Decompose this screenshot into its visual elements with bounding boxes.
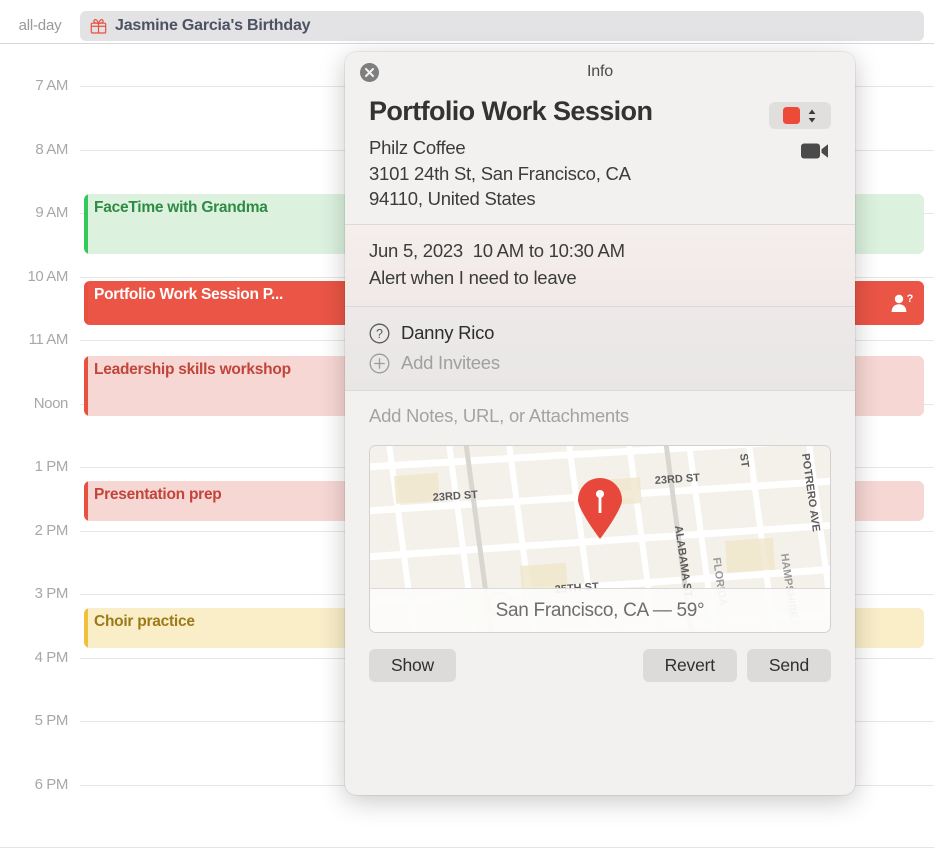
event-datetime[interactable]: Jun 5, 2023 10 AM to 10:30 AM <box>369 237 831 265</box>
location-name: Philz Coffee <box>369 137 466 158</box>
event-title-label: Choir practice <box>94 613 195 630</box>
popover-title: Info <box>587 63 613 80</box>
event-color-bar <box>84 481 88 521</box>
color-swatch <box>783 107 800 124</box>
question-circle-icon: ? <box>369 323 390 344</box>
gift-icon <box>90 17 107 34</box>
notes-placeholder: Add Notes, URL, or Attachments <box>369 405 629 427</box>
hour-label: 1 PM <box>34 458 69 475</box>
hour-label: 7 AM <box>35 77 68 94</box>
hour-label: 8 AM <box>35 140 68 158</box>
calendar-day-view: all-day Jasmine Garcia's Birthday 7 AM 8 … <box>0 0 934 850</box>
popover-titlebar: Info <box>345 52 855 92</box>
revert-button[interactable]: Revert <box>642 649 737 683</box>
send-button[interactable]: Send <box>746 649 831 683</box>
all-day-label: all-day <box>18 17 62 34</box>
hour-label: 10 AM <box>27 267 68 285</box>
hour-label: 5 PM <box>34 712 69 729</box>
invitee-name: Danny Rico <box>401 322 495 344</box>
hour-label: 4 PM <box>34 648 69 666</box>
location-address-line-2: 94110, United States <box>369 188 536 210</box>
event-color-bar <box>84 608 88 648</box>
event-info-popover: Info Portfolio Work Session Philz Coffee… <box>345 52 855 795</box>
chevron-up-down-icon <box>807 108 817 124</box>
event-when-section: Jun 5, 2023 10 AM to 10:30 AM Alert when… <box>345 224 855 307</box>
event-title[interactable]: Portfolio Work Session <box>369 96 653 128</box>
all-day-event-birthday[interactable]: Jasmine Garcia's Birthday <box>80 10 924 41</box>
hour-label: 6 PM <box>34 775 69 793</box>
event-title-label: FaceTime with Grandma <box>94 199 268 216</box>
close-icon[interactable] <box>360 63 379 82</box>
show-button[interactable]: Show <box>369 649 456 683</box>
event-notes-section[interactable]: Add Notes, URL, or Attachments <box>345 391 855 437</box>
event-time-range: 10 AM to 10:30 AM <box>472 239 625 261</box>
popover-actions: Show Revert Send <box>345 633 855 683</box>
event-color-bar <box>84 194 88 254</box>
svg-text:ST: ST <box>737 453 751 469</box>
add-invitees-row[interactable]: Add Invitees <box>369 348 831 378</box>
event-location[interactable]: Philz Coffee 3101 24th St, San Francisco… <box>369 135 631 212</box>
event-color-bar <box>84 356 88 416</box>
hour-label: 3 PM <box>34 585 69 602</box>
event-color-bar <box>84 281 88 325</box>
map-location-weather: San Francisco, CA — 59° <box>495 599 705 621</box>
event-invitees-section: ? Danny Rico Add Invitees <box>345 307 855 391</box>
event-title-label: Leadership skills workshop <box>94 361 291 378</box>
event-title-label: Portfolio Work Session P... <box>94 286 284 303</box>
hour-label: 11 AM <box>28 331 69 348</box>
map-pin-icon <box>575 478 625 545</box>
event-title-label: Presentation prep <box>94 486 222 503</box>
hour-label: 9 AM <box>35 204 68 221</box>
hour-label: 2 PM <box>34 521 69 539</box>
hour-label: Noon <box>33 394 69 412</box>
video-camera-icon[interactable] <box>801 141 831 161</box>
calendar-color-picker[interactable] <box>769 102 831 129</box>
map-preview[interactable]: 23RD ST 23RD ST 25TH ST ALABAMA ST ST FL… <box>369 445 831 634</box>
map-footer: San Francisco, CA — 59° <box>370 588 830 633</box>
svg-text:?: ? <box>376 327 383 341</box>
event-header-section: Portfolio Work Session Philz Coffee 3101… <box>345 92 855 224</box>
person-question-icon: ? <box>890 293 916 313</box>
plus-circle-icon <box>369 353 390 374</box>
event-alert[interactable]: Alert when I need to leave <box>369 264 831 292</box>
all-day-event-title: Jasmine Garcia's Birthday <box>115 16 311 34</box>
all-day-row: all-day Jasmine Garcia's Birthday <box>0 8 934 44</box>
svg-text:?: ? <box>907 293 914 305</box>
add-invitees-label: Add Invitees <box>401 352 500 374</box>
event-date: Jun 5, 2023 <box>369 239 463 261</box>
invitee-row[interactable]: ? Danny Rico <box>369 318 831 348</box>
location-address-line-1: 3101 24th St, San Francisco, CA <box>369 162 631 184</box>
